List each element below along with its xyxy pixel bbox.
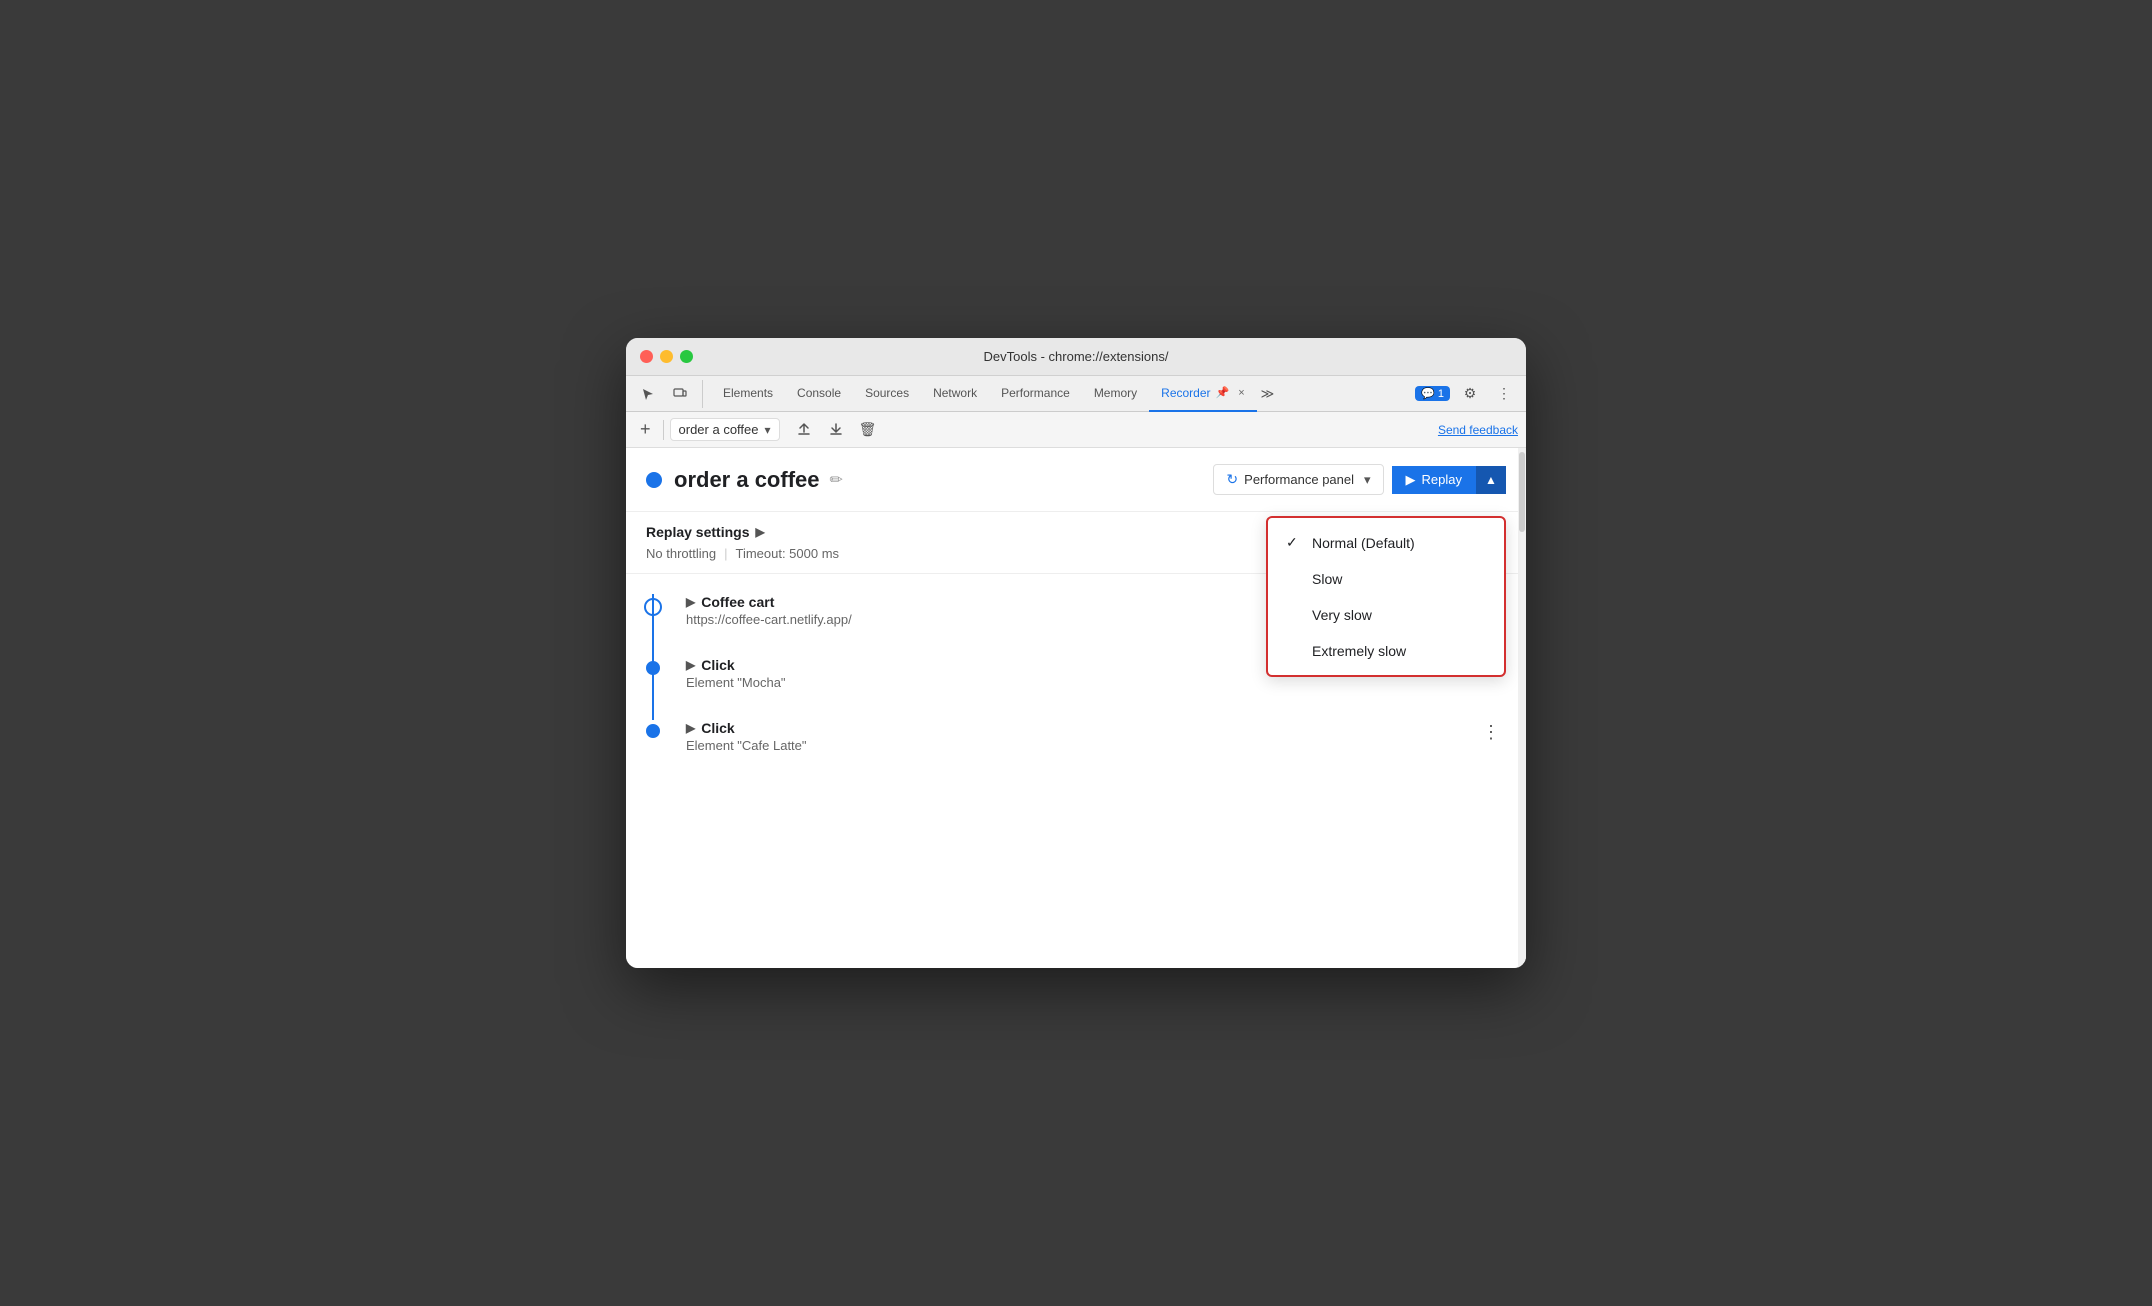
step-label-click-latte: Click xyxy=(701,720,734,736)
scrollbar-thumb[interactable] xyxy=(1519,452,1525,532)
tab-icons xyxy=(634,380,703,408)
speed-normal-label: Normal (Default) xyxy=(1312,535,1415,551)
recording-status-dot xyxy=(646,472,662,488)
settings-divider: | xyxy=(724,546,727,561)
replay-button-group: ▶ Replay ▲ xyxy=(1392,466,1506,494)
throttling-label: No throttling xyxy=(646,546,716,561)
replay-main-button[interactable]: ▶ Replay xyxy=(1392,466,1476,494)
window-title: DevTools - chrome://extensions/ xyxy=(984,349,1169,364)
export-recording-button[interactable] xyxy=(790,416,818,444)
tab-sources[interactable]: Sources xyxy=(853,376,921,412)
step-expand-click-icon[interactable]: ▶ xyxy=(686,658,695,672)
chat-badge[interactable]: 💬 1 xyxy=(1415,386,1450,401)
step-line-1 xyxy=(652,594,654,657)
delete-recording-button[interactable]: 🗑 xyxy=(854,416,882,444)
cursor-icon[interactable] xyxy=(634,380,662,408)
maximize-traffic-light[interactable] xyxy=(680,350,693,363)
perf-dropdown-arrow-icon[interactable]: ▾ xyxy=(1364,472,1371,488)
step-label-navigate: Coffee cart xyxy=(701,594,774,610)
traffic-lights xyxy=(640,350,693,363)
tab-console[interactable]: Console xyxy=(785,376,853,412)
main-content: order a coffee ✏ ↻ Performance panel ▾ ▶… xyxy=(626,448,1526,968)
replay-settings-arrow-icon: ▶ xyxy=(755,525,764,539)
chat-icon: 💬 xyxy=(1421,387,1435,400)
recording-name: order a coffee xyxy=(679,422,759,437)
tab-elements[interactable]: Elements xyxy=(711,376,785,412)
toolbar-divider xyxy=(663,420,664,440)
device-toggle-icon[interactable] xyxy=(666,380,694,408)
replay-settings-label: Replay settings xyxy=(646,524,749,540)
speed-option-extremely-slow[interactable]: Extremely slow xyxy=(1268,633,1504,669)
check-normal-icon: ✓ xyxy=(1286,534,1302,551)
speed-extremely-slow-label: Extremely slow xyxy=(1312,643,1406,659)
performance-panel-label: Performance panel xyxy=(1244,472,1354,487)
speed-slow-label: Slow xyxy=(1312,571,1342,587)
more-tabs-icon[interactable]: ≫ xyxy=(1261,386,1275,402)
step-item: ▶ Click Element "Cafe Latte" ⋮ xyxy=(686,720,1506,753)
step-line-2 xyxy=(652,657,654,720)
more-options-icon[interactable]: ⋮ xyxy=(1490,380,1518,408)
toolbar-action-icons: 🗑 xyxy=(790,416,882,444)
recording-select[interactable]: order a coffee ▾ xyxy=(670,418,780,441)
select-arrow-icon: ▾ xyxy=(765,423,771,437)
send-feedback-link[interactable]: Send feedback xyxy=(1438,423,1518,437)
step-title-click-latte: ▶ Click xyxy=(686,720,1476,736)
tab-right-icons: 💬 1 ⚙ ⋮ xyxy=(1415,380,1518,408)
add-recording-button[interactable]: + xyxy=(634,419,657,440)
play-icon: ▶ xyxy=(1406,472,1416,488)
tab-memory[interactable]: Memory xyxy=(1082,376,1149,412)
replay-dropdown-button[interactable]: ▲ xyxy=(1476,466,1506,494)
performance-icon: ↻ xyxy=(1226,471,1238,488)
devtools-window: DevTools - chrome://extensions/ Elements… xyxy=(626,338,1526,968)
performance-panel-button[interactable]: ↻ Performance panel ▾ xyxy=(1213,464,1383,495)
step-subtitle-click-latte: Element "Cafe Latte" xyxy=(686,738,1476,753)
recording-title: order a coffee xyxy=(674,467,820,493)
step-content-click-latte: ▶ Click Element "Cafe Latte" xyxy=(686,720,1476,753)
minimize-traffic-light[interactable] xyxy=(660,350,673,363)
step-expand-latte-icon[interactable]: ▶ xyxy=(686,721,695,735)
tab-network[interactable]: Network xyxy=(921,376,989,412)
scrollbar[interactable] xyxy=(1518,448,1526,968)
replay-label: Replay xyxy=(1422,472,1462,487)
step-dot-click-latte xyxy=(646,724,660,738)
speed-option-slow[interactable]: Slow xyxy=(1268,561,1504,597)
step-expand-icon[interactable]: ▶ xyxy=(686,595,695,609)
close-traffic-light[interactable] xyxy=(640,350,653,363)
edit-title-icon[interactable]: ✏ xyxy=(830,470,843,490)
speed-very-slow-label: Very slow xyxy=(1312,607,1372,623)
step-subtitle-click-mocha: Element "Mocha" xyxy=(686,675,1476,690)
devtools-tabs: Elements Console Sources Network Perform… xyxy=(626,376,1526,412)
replay-speed-dropdown: ✓ Normal (Default) Slow Very slow Extrem… xyxy=(1266,516,1506,677)
recording-header: order a coffee ✏ ↻ Performance panel ▾ ▶… xyxy=(626,448,1526,512)
speed-option-normal[interactable]: ✓ Normal (Default) xyxy=(1268,524,1504,561)
step-more-options-icon[interactable]: ⋮ xyxy=(1476,720,1506,745)
tab-close-icon[interactable]: × xyxy=(1238,387,1244,399)
replay-controls: ↻ Performance panel ▾ ▶ Replay ▲ ✓ Norma… xyxy=(1213,464,1506,495)
step-label-click-mocha: Click xyxy=(701,657,734,673)
pin-icon: 📌 xyxy=(1216,386,1230,399)
timeout-label: Timeout: 5000 ms xyxy=(735,546,839,561)
toolbar: + order a coffee ▾ 🗑 Send feedback xyxy=(626,412,1526,448)
import-recording-button[interactable] xyxy=(822,416,850,444)
speed-option-very-slow[interactable]: Very slow xyxy=(1268,597,1504,633)
settings-gear-icon[interactable]: ⚙ xyxy=(1456,380,1484,408)
title-bar: DevTools - chrome://extensions/ xyxy=(626,338,1526,376)
tab-recorder[interactable]: Recorder 📌 × xyxy=(1149,376,1257,412)
tab-performance[interactable]: Performance xyxy=(989,376,1082,412)
